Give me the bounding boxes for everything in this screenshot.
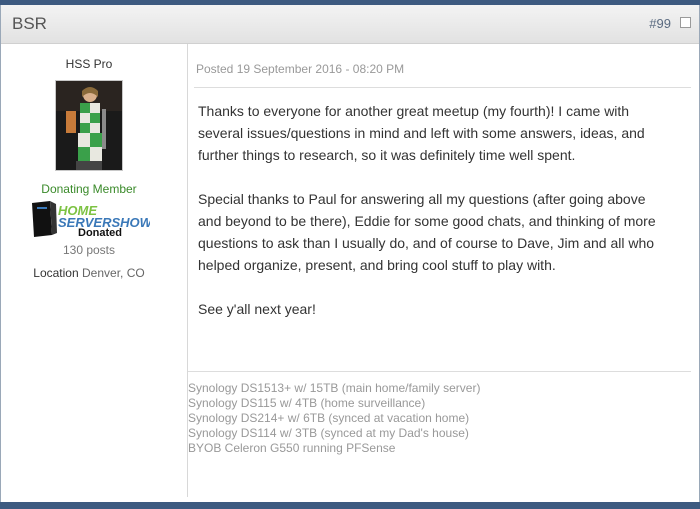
badge-donated-label: Donated	[78, 227, 122, 239]
signature-line: Synology DS114 w/ 3TB (synced at my Dad'…	[188, 426, 469, 440]
post-count: 130 posts	[62, 243, 116, 257]
avatar-image	[56, 81, 122, 170]
location-value: Denver, CO	[82, 266, 145, 280]
post-content: Posted 19 September 2016 - 08:20 PM Than…	[188, 44, 699, 497]
author-sidebar: HSS Pro Donating Member HOME SERVERSHOW …	[1, 44, 188, 497]
post-header: BSR #99	[1, 5, 699, 44]
avatar[interactable]	[55, 80, 123, 171]
signature: Synology DS1513+ w/ 15TB (main home/fami…	[188, 381, 480, 456]
signature-line: Synology DS214+ w/ 6TB (synced at vacati…	[188, 411, 470, 425]
page-bottom-bar	[0, 502, 700, 509]
post-number-link[interactable]: #99	[649, 16, 671, 31]
divider	[194, 87, 691, 88]
forum-post: BSR #99 HSS Pro Donating Member HOME SER…	[0, 5, 700, 502]
user-location: Location Denver, CO	[1, 266, 177, 280]
multiquote-checkbox[interactable]	[680, 17, 691, 28]
post-paragraph: Thanks to everyone for another great mee…	[198, 103, 645, 163]
post-author-name[interactable]: BSR	[12, 14, 47, 34]
post-paragraph: Special thanks to Paul for answering all…	[198, 191, 656, 273]
location-label: Location	[33, 266, 79, 280]
signature-line: Synology DS1513+ w/ 15TB (main home/fami…	[188, 381, 481, 395]
home-server-show-badge: HOME SERVERSHOW Donated	[30, 199, 154, 239]
post-paragraph: See y'all next year!	[198, 301, 316, 317]
signature-divider	[188, 371, 691, 372]
user-title: HSS Pro	[65, 57, 113, 71]
post-body: Thanks to everyone for another great mee…	[198, 100, 668, 342]
post-date[interactable]: Posted 19 September 2016 - 08:20 PM	[196, 62, 404, 76]
signature-line: BYOB Celeron G550 running PFSense	[188, 441, 396, 455]
signature-line: Synology DS115 w/ 4TB (home surveillance…	[188, 396, 426, 410]
member-group-title: Donating Member	[41, 182, 137, 196]
